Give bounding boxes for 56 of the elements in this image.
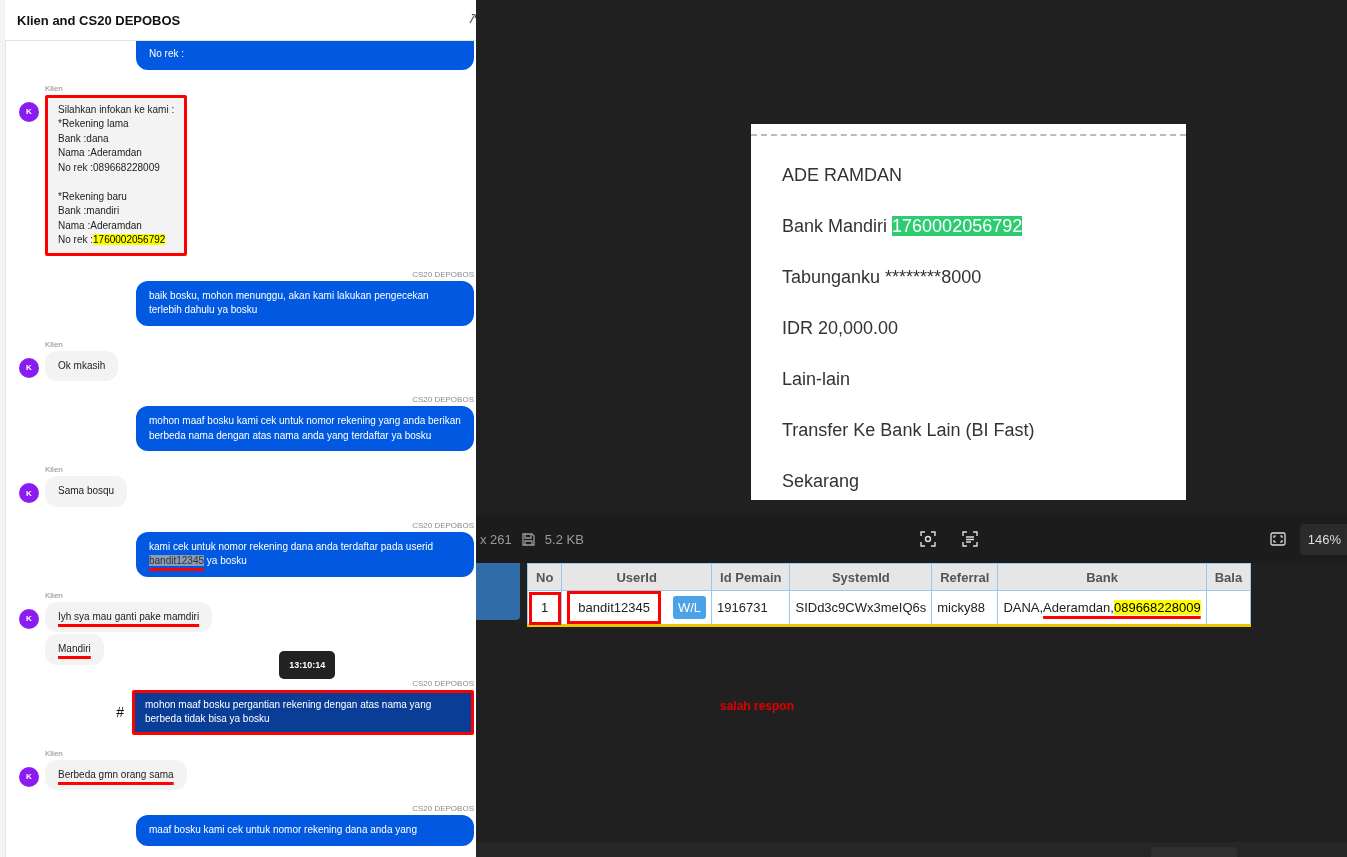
message-text: kami cek untuk nomor rekening dana anda terdaftar pada userid bandit12345 ya bosku [149, 539, 435, 568]
column-header: Referral [931, 563, 998, 591]
table-cell: bandit12345 [567, 591, 661, 624]
receipt-text: Sekarang [781, 470, 861, 493]
hash-mark: # [116, 704, 124, 720]
message-text: Silahkan infokan ke kami : *Rekening lama Bank :dana Nama :Aderamdan No rek :089668228009 *Rekening baru Bank :mandiri Nama :Aderamdan No rek :1760002056792 [58, 102, 175, 247]
sender-name: Klien [44, 83, 64, 93]
sender-name: Klien [44, 748, 64, 758]
file-size: 5.2 KB [544, 531, 584, 547]
sender-name: CS20 DEPOBOS [412, 520, 474, 530]
sender-name: Klien [44, 339, 64, 349]
receipt-text: Bank Mandiri 1760002056792 [781, 215, 1024, 238]
avatar: K [19, 357, 39, 378]
sender-name: CS20 DEPOBOS [412, 678, 474, 688]
annotation-note: salah respon [720, 699, 795, 713]
message-text: Berbeda gmn orang sama [58, 767, 174, 782]
message-text: mohon maaf bosku pergantian rekening dengan atas nama yang berbeda tidak bisa ya bosku [145, 697, 433, 726]
sender-name: CS20 DEPOBOS [412, 804, 474, 813]
avatar: K [19, 101, 39, 122]
receipt-text: IDR 20,000.00 [781, 317, 900, 340]
message-text: Iyh sya mau ganti pake mamdiri [58, 609, 200, 624]
column-header: No [527, 563, 562, 591]
message-text: Sama bosqu [58, 484, 115, 498]
image-dimensions: x 261 [480, 531, 512, 547]
column-header: Id Pemain [711, 563, 790, 591]
receipt-text: Transfer Ke Bank Lain (BI Fast) [781, 419, 1036, 442]
sender-name: CS20 DEPOBOS [412, 269, 474, 279]
chat-title: Klien and CS20 DEPOBOS [17, 12, 181, 28]
column-header: Bala [1206, 563, 1251, 591]
sender-name: CS20 DEPOBOS [412, 395, 474, 404]
message-text: baik bosku, mohon menunggu, akan kami lakukan pengecekan terlebih dahulu ya bosku [149, 288, 430, 317]
message-text: Mandiri [58, 642, 91, 656]
message-text: mohon maaf bosku kami cek untuk nomor rekening yang anda berikan berbeda nama dengan atas nama anda yang terdaftar ya bosku [149, 414, 461, 443]
message-text: maaf bosku kami cek untuk nomor rekening dana anda yang [149, 823, 418, 837]
sender-name: Klien [44, 590, 64, 600]
column-header: SystemId [789, 563, 932, 591]
receipt-text: Lain-lain [781, 368, 852, 391]
save-icon [521, 532, 535, 546]
avatar: K [19, 608, 39, 629]
column-header: Bank [997, 563, 1207, 591]
side-block [476, 563, 520, 620]
sender-name: Klien [44, 465, 64, 474]
text-scan-icon[interactable] [962, 531, 978, 547]
message-text: No rek : [149, 47, 185, 61]
table-cell: 1 [527, 590, 562, 626]
avatar: K [19, 766, 39, 787]
receipt-text: ADE RAMDAN [781, 164, 903, 187]
message-text: Ok mkasih [58, 358, 106, 373]
receipt-text: Tabunganku ********8000 [781, 266, 983, 289]
zoom-level[interactable]: 146% [1299, 523, 1347, 555]
fullscreen-icon[interactable] [1269, 532, 1286, 546]
column-header: UserId [561, 563, 712, 591]
avatar: K [19, 483, 39, 503]
time-tooltip: 13:10:14 [279, 650, 336, 679]
link-icon[interactable] [468, 14, 476, 26]
focus-icon[interactable] [920, 531, 936, 547]
